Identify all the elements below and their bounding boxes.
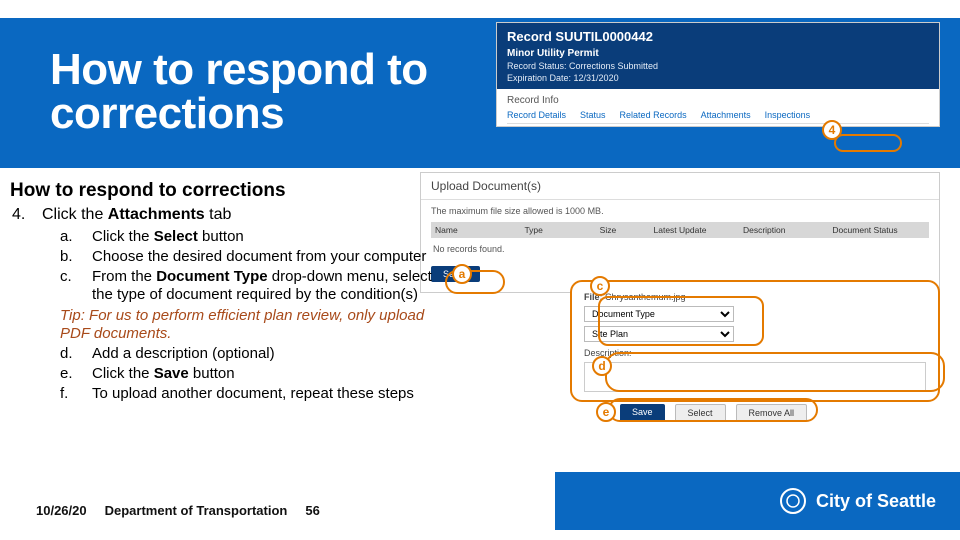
seal-icon	[778, 486, 808, 516]
substep-f: f. To upload another document, repeat th…	[60, 385, 440, 404]
callout-ring-d	[605, 352, 945, 392]
record-screenshot: Record SUUTIL0000442 Minor Utility Permi…	[496, 22, 940, 127]
footer-org: Department of Transportation	[105, 503, 288, 518]
callout-badge-4: 4	[822, 120, 842, 140]
instructions: How to respond to corrections 4. Click t…	[10, 180, 440, 404]
record-type: Minor Utility Permit	[507, 48, 929, 59]
tab-status[interactable]: Status	[580, 110, 606, 120]
footer-page: 56	[305, 503, 319, 518]
substep-c: c. From the Document Type drop-down menu…	[60, 268, 440, 306]
tab-record-details[interactable]: Record Details	[507, 110, 566, 120]
record-number: Record SUUTIL0000442	[507, 29, 929, 44]
substep-d: d. Add a description (optional)	[60, 345, 440, 364]
substep-b: b. Choose the desired document from your…	[60, 248, 440, 267]
logo-text: City of Seattle	[816, 491, 936, 512]
title-line1: How to respond to	[50, 45, 428, 94]
tip-text: Tip: For us to perform efficient plan re…	[60, 307, 440, 343]
record-info-label: Record Info	[507, 95, 929, 106]
instructions-heading: How to respond to corrections	[10, 180, 440, 202]
city-seattle-logo: City of Seattle	[778, 486, 936, 516]
footer-date: 10/26/20	[36, 503, 87, 518]
substeps: a. Click the Select button b. Choose the…	[60, 228, 440, 403]
record-header: Record SUUTIL0000442 Minor Utility Permi…	[497, 23, 939, 89]
table-header: Name Type Size Latest Update Description…	[431, 222, 929, 238]
record-tabs-area: Record Info Record Details Status Relate…	[497, 89, 939, 126]
step-number: 4.	[12, 206, 26, 224]
record-status: Record Status: Corrections Submitted	[507, 61, 929, 71]
col-document-status: Document Status	[832, 225, 925, 235]
no-records: No records found.	[431, 238, 929, 266]
col-description: Description	[743, 225, 828, 235]
col-name: Name	[435, 225, 520, 235]
callout-ring-4	[834, 134, 902, 152]
tab-related-records[interactable]: Related Records	[620, 110, 687, 120]
tab-row: Record Details Status Related Records At…	[507, 110, 929, 124]
col-type: Type	[524, 225, 595, 235]
step-4: 4. Click the Attachments tab	[12, 206, 440, 224]
title-line2: corrections	[50, 89, 284, 138]
tab-inspections[interactable]: Inspections	[765, 110, 811, 120]
substep-e: e. Click the Save button	[60, 365, 440, 384]
footer: 10/26/20 Department of Transportation 56	[36, 503, 320, 518]
callout-ring-c	[598, 296, 764, 346]
footer-logo-banner: City of Seattle	[555, 472, 960, 530]
substep-a: a. Click the Select button	[60, 228, 440, 247]
tab-attachments[interactable]: Attachments	[701, 110, 751, 120]
callout-badge-d: d	[592, 356, 612, 376]
col-size: Size	[600, 225, 650, 235]
callout-ring-e	[608, 398, 818, 422]
callout-badge-e: e	[596, 402, 616, 422]
callout-badge-a: a	[452, 264, 472, 284]
record-expiration: Expiration Date: 12/31/2020	[507, 73, 929, 83]
callout-badge-c: c	[590, 276, 610, 296]
max-file-size: The maximum file size allowed is 1000 MB…	[431, 206, 929, 216]
slide-title: How to respond to corrections	[50, 48, 428, 136]
col-latest-update: Latest Update	[654, 225, 739, 235]
upload-title: Upload Document(s)	[421, 173, 939, 200]
step-text: Click the Attachments tab	[42, 206, 231, 224]
